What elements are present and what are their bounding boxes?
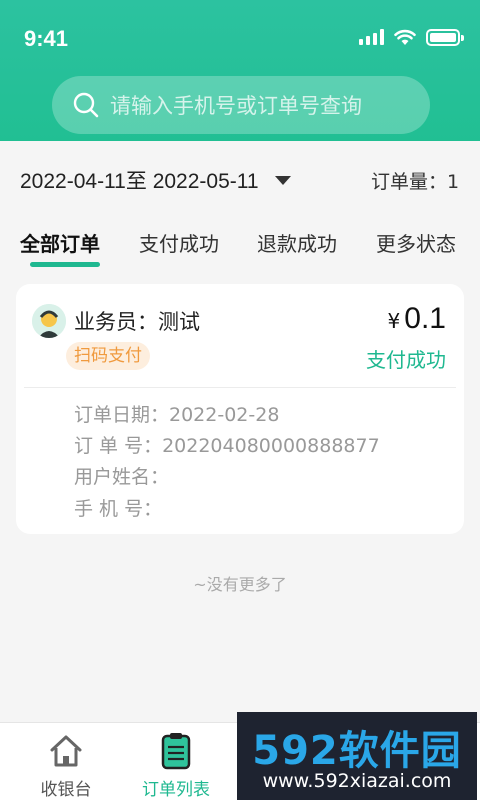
amount-value: 0.1 [404,302,446,335]
order-count: 订单量：1 [371,170,460,193]
wifi-icon [394,29,416,45]
order-date: 订单日期：2022-02-28 [74,404,280,426]
customer-name: 用户姓名： [74,466,170,488]
battery-icon [426,28,464,46]
tab-paid[interactable]: 支付成功 [139,228,219,257]
currency-symbol: ¥ [387,309,401,333]
caret-down-icon[interactable] [274,175,291,185]
avatar [32,304,66,338]
phone-number: 手 机 号： [74,498,163,520]
date-range-picker[interactable]: 2022-04-11至 2022-05-11 [20,165,259,195]
home-icon [50,735,82,767]
tab-more-status[interactable]: 更多状态 [376,228,456,257]
header: 9:41 请输入手机号或订单号查询 [0,0,480,141]
pay-method-badge: 扫码支付 [66,342,150,370]
tabbar-label: 收银台 [40,780,92,800]
status-icons [359,27,464,47]
tabbar-label: 订单列表 [142,780,210,800]
tabbar-item-cashier[interactable]: 收银台 [6,723,126,800]
tabbar-item-orders[interactable]: 订单列表 [116,723,236,800]
filter-row: 2022-04-11至 2022-05-11 订单量：1 [20,162,480,198]
status-time: 9:41 [24,26,69,51]
watermark-logo: 592软件园 www.592xiazai.com [237,712,477,800]
status-tabs: 全部订单 支付成功 退款成功 更多状态 [0,228,480,274]
search-input[interactable]: 请输入手机号或订单号查询 [52,76,430,134]
active-tab-indicator [30,262,100,267]
order-card[interactable]: 业务员：测试 扫码支付 ¥ 0.1 支付成功 订单日期：2022-02-28 订… [16,284,464,534]
watermark-brand: 592软件园 [252,728,462,774]
search-icon [72,91,100,119]
list-end-text: ~没有更多了 [193,575,287,594]
pay-status: 支付成功 [366,348,446,372]
divider [24,387,456,388]
salesman-label: 业务员：测试 [74,310,200,334]
tab-all-orders[interactable]: 全部订单 [20,228,100,257]
clipboard-icon [161,733,191,770]
search-placeholder: 请输入手机号或订单号查询 [110,94,362,118]
watermark-url: www.592xiazai.com [262,770,452,792]
signal-icon [359,29,384,45]
tab-refunded[interactable]: 退款成功 [257,228,337,257]
order-number: 订 单 号：20220408000088887​7 [74,435,380,457]
order-amount: ¥ 0.1 [388,302,446,336]
